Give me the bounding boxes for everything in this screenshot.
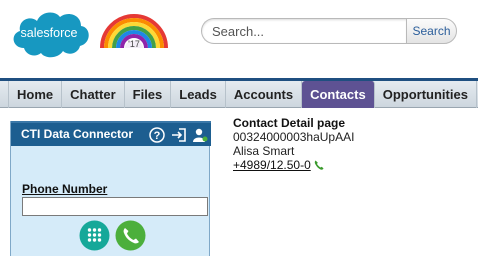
contact-detail-content: Contact Detail page 00324000003haUpAAI A… [233,116,473,172]
salesforce-logo[interactable]: salesforce [8,4,92,62]
tab-leads[interactable]: Leads [171,81,226,108]
tab-list: Home Chatter Files Leads Accounts Contac… [8,81,477,108]
tab-files[interactable]: Files [125,81,172,108]
cti-data-connector-panel: CTI Data Connector ? Phone Number [10,121,211,256]
call-icon [115,220,146,251]
anniversary-rainbow-logo: '17 [98,8,170,48]
call-button[interactable] [115,220,146,251]
tab-contacts[interactable]: Contacts [302,81,375,108]
tab-opportunities[interactable]: Opportunities [375,81,477,108]
search-button[interactable]: Search [406,18,457,44]
phone-number-input[interactable] [22,197,208,216]
svg-text:?: ? [154,130,161,142]
tab-chatter[interactable]: Chatter [62,81,125,108]
tab-home[interactable]: Home [8,81,63,108]
cti-title: CTI Data Connector [21,127,134,141]
tab-bar: Home Chatter Files Leads Accounts Contac… [0,78,478,108]
salesforce-page: salesforce '17 Search Home Chatter Fil [0,0,478,256]
help-icon[interactable]: ? [149,127,165,143]
user-status-icon[interactable] [192,127,208,143]
search-input[interactable] [201,18,407,44]
tab-accounts[interactable]: Accounts [226,81,303,108]
phone-number-label: Phone Number [22,182,108,196]
cti-header: CTI Data Connector ? [11,121,211,146]
contact-record-id: 00324000003haUpAAI [233,130,355,144]
contact-phone-row: +4989/12.50-0 [233,158,473,172]
anniversary-label: '17 [128,39,140,48]
dialpad-button[interactable] [79,220,110,251]
dialpad-icon [79,220,110,251]
contact-phone-link[interactable]: +4989/12.50-0 [233,158,311,172]
page-header: salesforce '17 Search [0,0,478,76]
login-icon[interactable] [171,127,187,143]
phone-icon[interactable] [313,159,325,171]
search-box: Search [201,18,457,44]
brand-name: salesforce [21,26,78,40]
contact-name: Alisa Smart [233,144,295,158]
page-title: Contact Detail page [233,116,346,130]
